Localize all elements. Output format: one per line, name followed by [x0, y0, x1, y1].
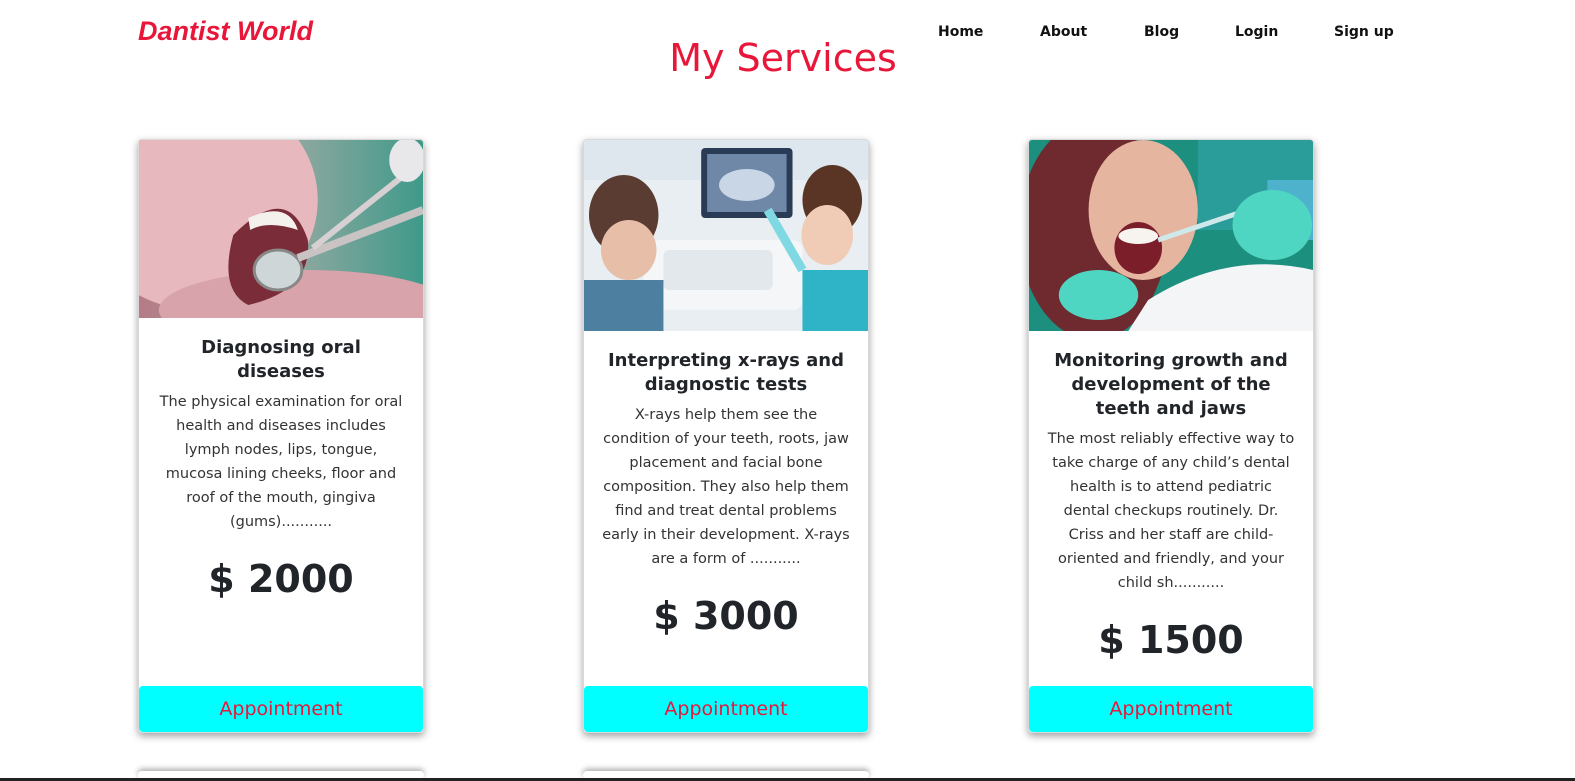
- appointment-button[interactable]: Appointment: [584, 686, 868, 732]
- service-card-xrays: Interpreting x-rays and diagnostic tests…: [583, 139, 869, 733]
- service-price: $ 2000: [208, 557, 354, 601]
- card-body: Diagnosing oral diseases The physical ex…: [139, 318, 423, 602]
- service-card-monitoring: Monitoring growth and development of the…: [1028, 139, 1314, 733]
- service-card-diagnosing: Diagnosing oral diseases The physical ex…: [138, 139, 424, 733]
- page-title: My Services: [669, 36, 897, 80]
- service-title: Monitoring growth and development of the…: [1054, 350, 1288, 419]
- xray-monitor-photo: [584, 140, 868, 331]
- service-title: Diagnosing oral diseases: [201, 337, 361, 382]
- service-price: $ 3000: [653, 594, 799, 638]
- dental-mirror-photo: [139, 140, 423, 318]
- service-description: The most reliably effective way to take …: [1047, 431, 1295, 591]
- service-price: $ 1500: [1098, 618, 1244, 662]
- service-description: The physical examination for oral health…: [159, 394, 403, 530]
- service-title: Interpreting x-rays and diagnostic tests: [607, 350, 845, 395]
- card-body: Interpreting x-rays and diagnostic tests…: [584, 331, 868, 639]
- appointment-button[interactable]: Appointment: [139, 686, 423, 732]
- service-description: X-rays help them see the condition of yo…: [602, 407, 850, 567]
- appointment-button[interactable]: Appointment: [1029, 686, 1313, 732]
- card-body: Monitoring growth and development of the…: [1029, 331, 1313, 663]
- dental-injection-photo: [1029, 140, 1313, 331]
